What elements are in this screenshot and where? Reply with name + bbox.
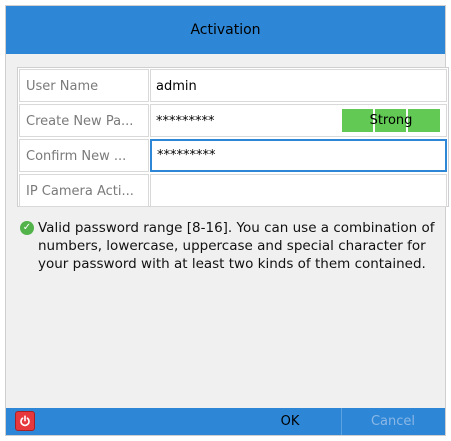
cancel-button[interactable]: Cancel xyxy=(342,408,444,435)
user-name-row: User Name admin xyxy=(18,68,448,103)
user-name-field[interactable]: admin xyxy=(150,69,447,102)
create-password-field[interactable]: ********* Strong xyxy=(150,104,447,137)
create-password-value: ********* xyxy=(156,114,215,129)
confirm-password-row: Confirm New ... ********* xyxy=(18,138,448,173)
ok-button[interactable]: OK xyxy=(239,408,341,435)
user-name-label: User Name xyxy=(19,69,149,102)
password-hint: ✓ Valid password range [8-16]. You can u… xyxy=(20,219,446,273)
ip-camera-activation-label: IP Camera Acti... xyxy=(19,174,149,207)
confirm-password-label: Confirm New ... xyxy=(19,139,149,172)
password-strength-label: Strong xyxy=(369,113,413,128)
activation-dialog: Activation User Name admin Create New Pa… xyxy=(5,5,449,436)
create-password-label: Create New Pa... xyxy=(19,104,149,137)
create-password-row: Create New Pa... ********* Strong xyxy=(18,103,448,138)
dialog-title: Activation xyxy=(190,22,261,38)
dialog-footer: OK Cancel xyxy=(6,408,445,435)
password-strength-meter: Strong xyxy=(342,109,440,132)
confirm-password-field[interactable]: ********* xyxy=(150,139,447,172)
dialog-titlebar: Activation xyxy=(6,6,445,54)
power-icon[interactable] xyxy=(15,411,35,431)
ip-camera-activation-row: IP Camera Acti... xyxy=(18,173,448,208)
password-hint-text: Valid password range [8-16]. You can use… xyxy=(38,220,435,272)
check-circle-icon: ✓ xyxy=(20,221,34,235)
ip-camera-activation-field[interactable] xyxy=(150,174,447,207)
activation-form: User Name admin Create New Pa... *******… xyxy=(17,67,449,207)
